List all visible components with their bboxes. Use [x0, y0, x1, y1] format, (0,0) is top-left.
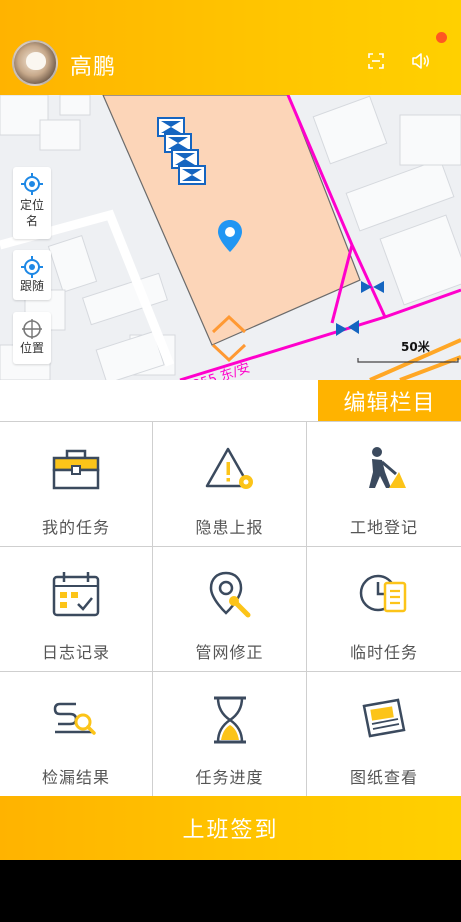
scale-bar: [357, 358, 459, 363]
pin-wrench-icon: [209, 571, 250, 618]
menu-temp-task[interactable]: 临时任务: [307, 547, 461, 672]
menu-leak-result[interactable]: 检漏结果: [0, 672, 153, 797]
menu-label: 任务进度: [195, 768, 264, 787]
warning-icon: [205, 447, 253, 489]
map-view[interactable]: J255 东/安 定位名 跟随 位置 50米: [0, 95, 461, 380]
menu-label: 图纸查看: [349, 768, 418, 787]
speaker-icon[interactable]: [411, 52, 431, 70]
position-icon: [22, 319, 42, 339]
menu-label: 临时任务: [349, 643, 418, 662]
username: 高鹏: [70, 55, 117, 80]
map-canvas[interactable]: J255 东/安: [0, 95, 461, 380]
edit-columns-button[interactable]: 编辑栏目: [318, 380, 461, 422]
menu-label: 我的任务: [41, 518, 110, 537]
avatar[interactable]: [12, 40, 58, 86]
locate-label: 定位名: [20, 198, 45, 228]
follow-label: 跟随: [19, 279, 44, 293]
locate-button[interactable]: 定位名: [13, 167, 51, 239]
check-in-button[interactable]: 上班签到: [0, 796, 461, 860]
app-header: 高鹏: [0, 0, 461, 95]
menu-label: 工地登记: [349, 518, 418, 537]
system-nav-bar: [0, 860, 461, 922]
road-label: J255 东/安: [186, 361, 252, 380]
drawing-icon: [362, 698, 406, 738]
menu-label: 日志记录: [41, 643, 110, 662]
notification-dot: [436, 32, 447, 43]
hourglass-icon: [213, 696, 246, 744]
worker-icon: [369, 447, 406, 488]
menu-hazard-report[interactable]: 隐患上报: [153, 422, 307, 547]
scale-label: 50米: [401, 340, 430, 354]
menu-label: 检漏结果: [41, 768, 110, 787]
briefcase-icon: [52, 449, 100, 490]
menu-log-record[interactable]: 日志记录: [0, 547, 153, 672]
clock-list-icon: [359, 574, 407, 613]
menu-task-progress[interactable]: 任务进度: [153, 672, 307, 797]
menu-label: 隐患上报: [195, 518, 264, 537]
locate-icon: [21, 173, 43, 195]
follow-icon: [21, 256, 43, 278]
menu-pipe-correction[interactable]: 管网修正: [153, 547, 307, 672]
calendar-icon: [52, 572, 100, 617]
follow-button[interactable]: 跟随: [13, 250, 51, 300]
position-button[interactable]: 位置: [13, 312, 51, 364]
function-grid: 我的任务 隐患上报 工地登记 日志记录 管网修正 临时任务 检漏结果 任务进度 …: [0, 421, 461, 797]
menu-site-registration[interactable]: 工地登记: [307, 422, 461, 547]
menu-view-drawings[interactable]: 图纸查看: [307, 672, 461, 797]
leak-search-icon: [53, 702, 96, 735]
position-label: 位置: [19, 341, 44, 355]
menu-label: 管网修正: [195, 643, 264, 662]
scan-icon[interactable]: [367, 52, 385, 70]
menu-my-tasks[interactable]: 我的任务: [0, 422, 153, 547]
